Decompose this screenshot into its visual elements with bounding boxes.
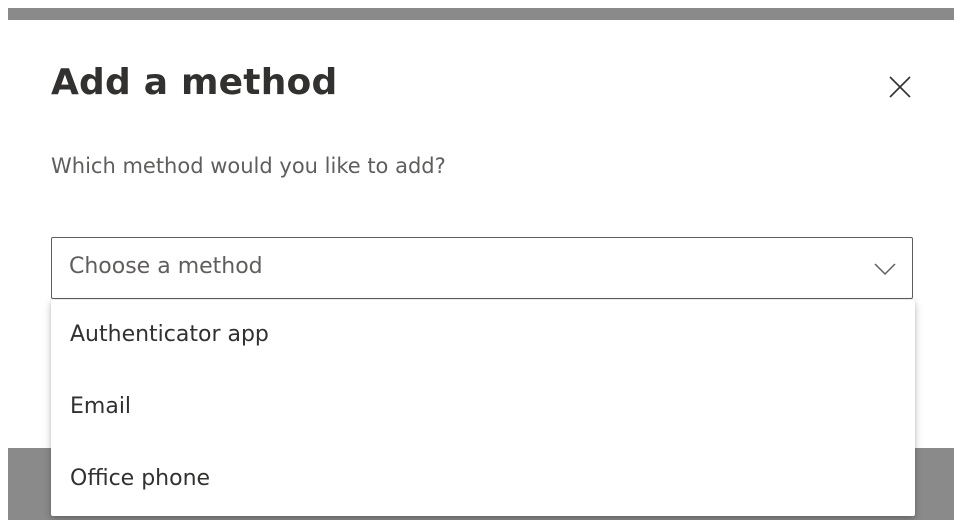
option-authenticator-app[interactable]: Authenticator app	[51, 300, 915, 372]
dialog-subtitle: Which method would you like to add?	[51, 154, 446, 178]
method-select-placeholder: Choose a method	[69, 254, 263, 279]
close-button[interactable]	[883, 70, 917, 104]
method-dropdown-list: Authenticator app Email Office phone	[51, 300, 915, 516]
method-select[interactable]: Choose a method	[51, 237, 913, 299]
top-bar	[0, 0, 954, 20]
add-method-dialog: Add a method Which method would you like…	[0, 20, 954, 520]
option-label: Authenticator app	[70, 322, 269, 347]
chevron-down-icon	[874, 263, 896, 276]
top-bar-stripe	[8, 8, 954, 20]
dialog-title: Add a method	[51, 62, 338, 103]
option-label: Email	[70, 394, 132, 419]
close-icon	[889, 76, 911, 98]
option-label: Office phone	[70, 466, 211, 491]
option-office-phone[interactable]: Office phone	[51, 444, 915, 516]
option-email[interactable]: Email	[51, 372, 915, 444]
